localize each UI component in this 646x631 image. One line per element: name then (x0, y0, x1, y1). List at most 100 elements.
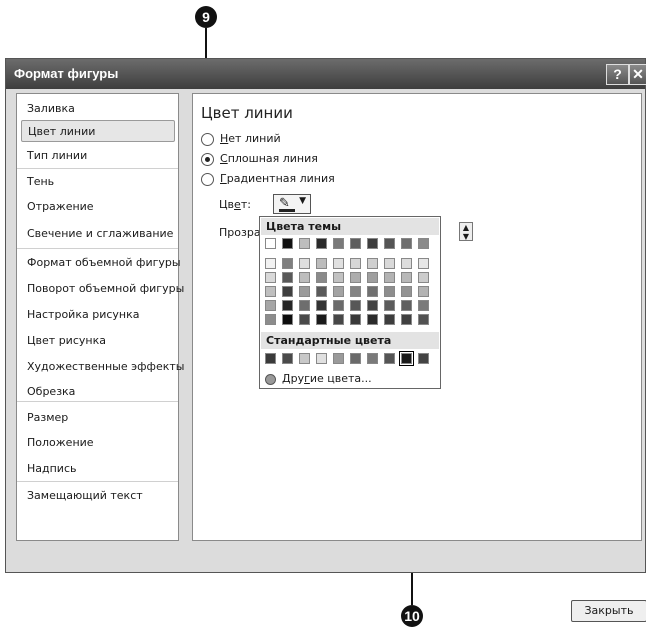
nav-item[interactable]: Тень (21, 171, 175, 193)
theme-shade-swatch[interactable] (265, 286, 276, 297)
theme-color-swatch[interactable] (384, 238, 395, 249)
close-button[interactable]: Закрыть (571, 600, 646, 622)
theme-shade-swatch[interactable] (299, 300, 310, 311)
standard-color-swatch[interactable] (333, 353, 344, 364)
theme-shade-swatch[interactable] (418, 272, 429, 283)
theme-shade-swatch[interactable] (401, 314, 412, 325)
color-label: Цвет: (219, 198, 251, 211)
theme-shade-swatch[interactable] (384, 272, 395, 283)
theme-shade-swatch[interactable] (299, 314, 310, 325)
option-no-line[interactable]: Нет линий (201, 132, 281, 150)
standard-color-swatch[interactable] (350, 353, 361, 364)
close-window-button[interactable]: ✕ (629, 64, 646, 85)
theme-shade-swatch[interactable] (333, 300, 344, 311)
theme-shade-swatch[interactable] (367, 286, 378, 297)
theme-color-swatch[interactable] (265, 238, 276, 249)
theme-shade-swatch[interactable] (299, 272, 310, 283)
theme-shade-swatch[interactable] (401, 286, 412, 297)
theme-shade-swatch[interactable] (350, 272, 361, 283)
theme-color-swatch[interactable] (418, 238, 429, 249)
theme-shade-swatch[interactable] (316, 314, 327, 325)
nav-item[interactable]: Положение (21, 432, 175, 454)
theme-shade-swatch[interactable] (401, 272, 412, 283)
nav-item[interactable]: Свечение и сглаживание (21, 223, 175, 245)
theme-shade-swatch[interactable] (299, 286, 310, 297)
theme-shade-swatch[interactable] (384, 286, 395, 297)
theme-colors-header: Цвета темы (261, 218, 439, 235)
theme-color-swatch[interactable] (367, 238, 378, 249)
theme-shade-swatch[interactable] (333, 314, 344, 325)
theme-shade-swatch[interactable] (350, 258, 361, 269)
standard-color-swatch[interactable] (265, 353, 276, 364)
help-button[interactable]: ? (606, 64, 629, 85)
nav-item[interactable]: Заливка (21, 98, 175, 120)
theme-shade-swatch[interactable] (418, 300, 429, 311)
theme-color-swatch[interactable] (333, 238, 344, 249)
theme-color-swatch[interactable] (350, 238, 361, 249)
theme-shade-swatch[interactable] (316, 286, 327, 297)
theme-shade-swatch[interactable] (367, 272, 378, 283)
theme-shade-swatch[interactable] (367, 314, 378, 325)
theme-shade-swatch[interactable] (316, 300, 327, 311)
theme-shade-swatch[interactable] (282, 258, 293, 269)
transparency-spinner[interactable]: ▲ ▼ (459, 222, 473, 241)
theme-shade-swatch[interactable] (316, 258, 327, 269)
nav-item[interactable]: Тип линии (21, 145, 175, 167)
more-colors-item[interactable]: Другие цвета... (265, 372, 372, 385)
theme-shade-swatch[interactable] (401, 300, 412, 311)
standard-color-swatch[interactable] (282, 353, 293, 364)
theme-shade-swatch[interactable] (333, 272, 344, 283)
theme-shade-swatch[interactable] (350, 286, 361, 297)
nav-item[interactable]: Цвет рисунка (21, 330, 175, 352)
nav-item[interactable]: Настройка рисунка (21, 304, 175, 326)
color-picker-button[interactable]: ✎ ▼ (273, 194, 311, 214)
theme-shade-swatch[interactable] (333, 258, 344, 269)
standard-color-swatch[interactable] (384, 353, 395, 364)
theme-shade-swatch[interactable] (350, 300, 361, 311)
nav-item[interactable]: Формат объемной фигуры (21, 252, 181, 274)
theme-shade-swatch[interactable] (384, 300, 395, 311)
theme-color-swatch[interactable] (282, 238, 293, 249)
theme-shade-swatch[interactable] (299, 258, 310, 269)
theme-shade-swatch[interactable] (333, 286, 344, 297)
theme-shade-swatch[interactable] (265, 272, 276, 283)
nav-item[interactable]: Замещающий текст (21, 485, 175, 507)
theme-shade-swatch[interactable] (367, 258, 378, 269)
nav-item[interactable]: Цвет линии (21, 120, 175, 142)
theme-shade-swatch[interactable] (418, 258, 429, 269)
theme-shade-swatch[interactable] (282, 272, 293, 283)
standard-color-swatch[interactable] (399, 351, 414, 366)
radio-no-line[interactable] (201, 132, 214, 146)
theme-shade-swatch[interactable] (282, 286, 293, 297)
theme-shade-swatch[interactable] (265, 314, 276, 325)
standard-color-swatch[interactable] (418, 353, 429, 364)
nav-item[interactable]: Художественные эффекты (21, 356, 184, 378)
theme-shade-swatch[interactable] (367, 300, 378, 311)
theme-shade-swatch[interactable] (384, 314, 395, 325)
standard-color-swatch[interactable] (316, 353, 327, 364)
theme-shade-swatch[interactable] (316, 272, 327, 283)
nav-item[interactable]: Поворот объемной фигуры (21, 278, 184, 300)
option-solid-line[interactable]: Сплошная линия (201, 152, 318, 170)
theme-shade-swatch[interactable] (265, 300, 276, 311)
nav-item[interactable]: Отражение (21, 196, 175, 218)
theme-shade-swatch[interactable] (384, 258, 395, 269)
theme-color-swatch[interactable] (401, 238, 412, 249)
theme-color-swatch[interactable] (299, 238, 310, 249)
radio-solid-line[interactable] (201, 152, 214, 166)
theme-shade-swatch[interactable] (418, 314, 429, 325)
nav-item[interactable]: Размер (21, 407, 175, 429)
theme-shade-swatch[interactable] (282, 314, 293, 325)
theme-shade-swatch[interactable] (282, 300, 293, 311)
theme-shade-swatch[interactable] (401, 258, 412, 269)
radio-gradient-line[interactable] (201, 172, 214, 186)
nav-item[interactable]: Обрезка (21, 381, 175, 403)
option-gradient-line[interactable]: Градиентная линия (201, 172, 335, 190)
standard-color-swatch[interactable] (367, 353, 378, 364)
theme-color-swatch[interactable] (316, 238, 327, 249)
theme-shade-swatch[interactable] (265, 258, 276, 269)
theme-shade-swatch[interactable] (418, 286, 429, 297)
standard-color-swatch[interactable] (299, 353, 310, 364)
nav-item[interactable]: Надпись (21, 458, 175, 480)
theme-shade-swatch[interactable] (350, 314, 361, 325)
